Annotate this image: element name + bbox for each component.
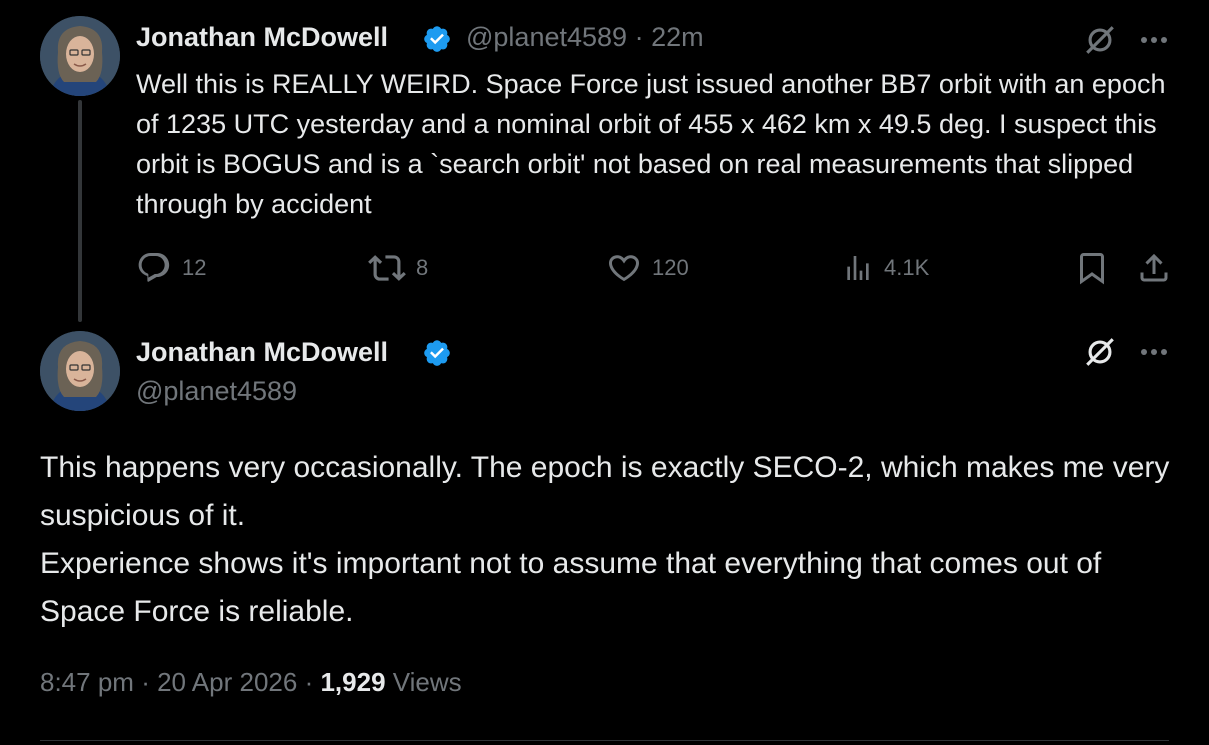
verified-icon: [424, 340, 450, 366]
more-icon[interactable]: [1134, 20, 1174, 60]
avatar[interactable]: [40, 16, 120, 96]
like-count: 120: [652, 255, 689, 280]
views-icon: [847, 256, 869, 280]
views-button[interactable]: 4.1K: [842, 248, 929, 288]
timestamp[interactable]: 22m: [651, 22, 704, 52]
handle-and-time: @planet4589 · 22m: [466, 22, 704, 53]
tweet-text-paragraph: This happens very occasionally. The epoc…: [40, 451, 1170, 532]
like-button[interactable]: 120: [606, 248, 689, 288]
avatar[interactable]: [40, 331, 120, 411]
handle[interactable]: @planet4589: [466, 22, 627, 52]
tweet-meta: 8:47 pm · 20 Apr 2026 · 1,929 Views: [40, 667, 462, 698]
verified-icon: [424, 26, 450, 52]
post-time[interactable]: 8:47 pm: [40, 667, 134, 697]
more-icon[interactable]: [1134, 332, 1174, 372]
view-count: 4.1K: [884, 255, 930, 280]
share-icon: [1140, 253, 1168, 282]
reply-button[interactable]: 12: [136, 248, 206, 288]
repost-icon: [368, 255, 406, 281]
author-name[interactable]: Jonathan McDowell: [136, 22, 388, 53]
bookmark-icon: [1080, 253, 1104, 285]
view-count: 1,929: [320, 667, 386, 697]
grok-icon[interactable]: [1080, 332, 1120, 372]
tweet-text-paragraph: Experience shows it's important not to a…: [40, 547, 1102, 628]
repost-count: 8: [416, 255, 429, 280]
share-button[interactable]: [1136, 248, 1172, 288]
reply-count: 12: [182, 255, 207, 280]
separator: ·: [634, 22, 644, 52]
views-label: Views: [392, 667, 462, 697]
grok-icon[interactable]: [1080, 20, 1120, 60]
divider: [40, 740, 1169, 741]
post-date[interactable]: 20 Apr 2026: [157, 667, 297, 697]
author-name[interactable]: Jonathan McDowell: [136, 337, 388, 368]
thread-connector-line: [78, 100, 82, 322]
reply-icon: [138, 253, 170, 282]
repost-button[interactable]: 8: [368, 248, 428, 288]
like-icon: [609, 255, 639, 282]
tweet-text: Well this is REALLY WEIRD. Space Force j…: [136, 69, 1166, 219]
separator: ·: [141, 667, 150, 697]
separator: ·: [304, 667, 314, 697]
bookmark-button[interactable]: [1074, 248, 1110, 288]
tweet-text: This happens very occasionally. The epoc…: [40, 444, 1170, 636]
handle[interactable]: @planet4589: [136, 376, 297, 407]
